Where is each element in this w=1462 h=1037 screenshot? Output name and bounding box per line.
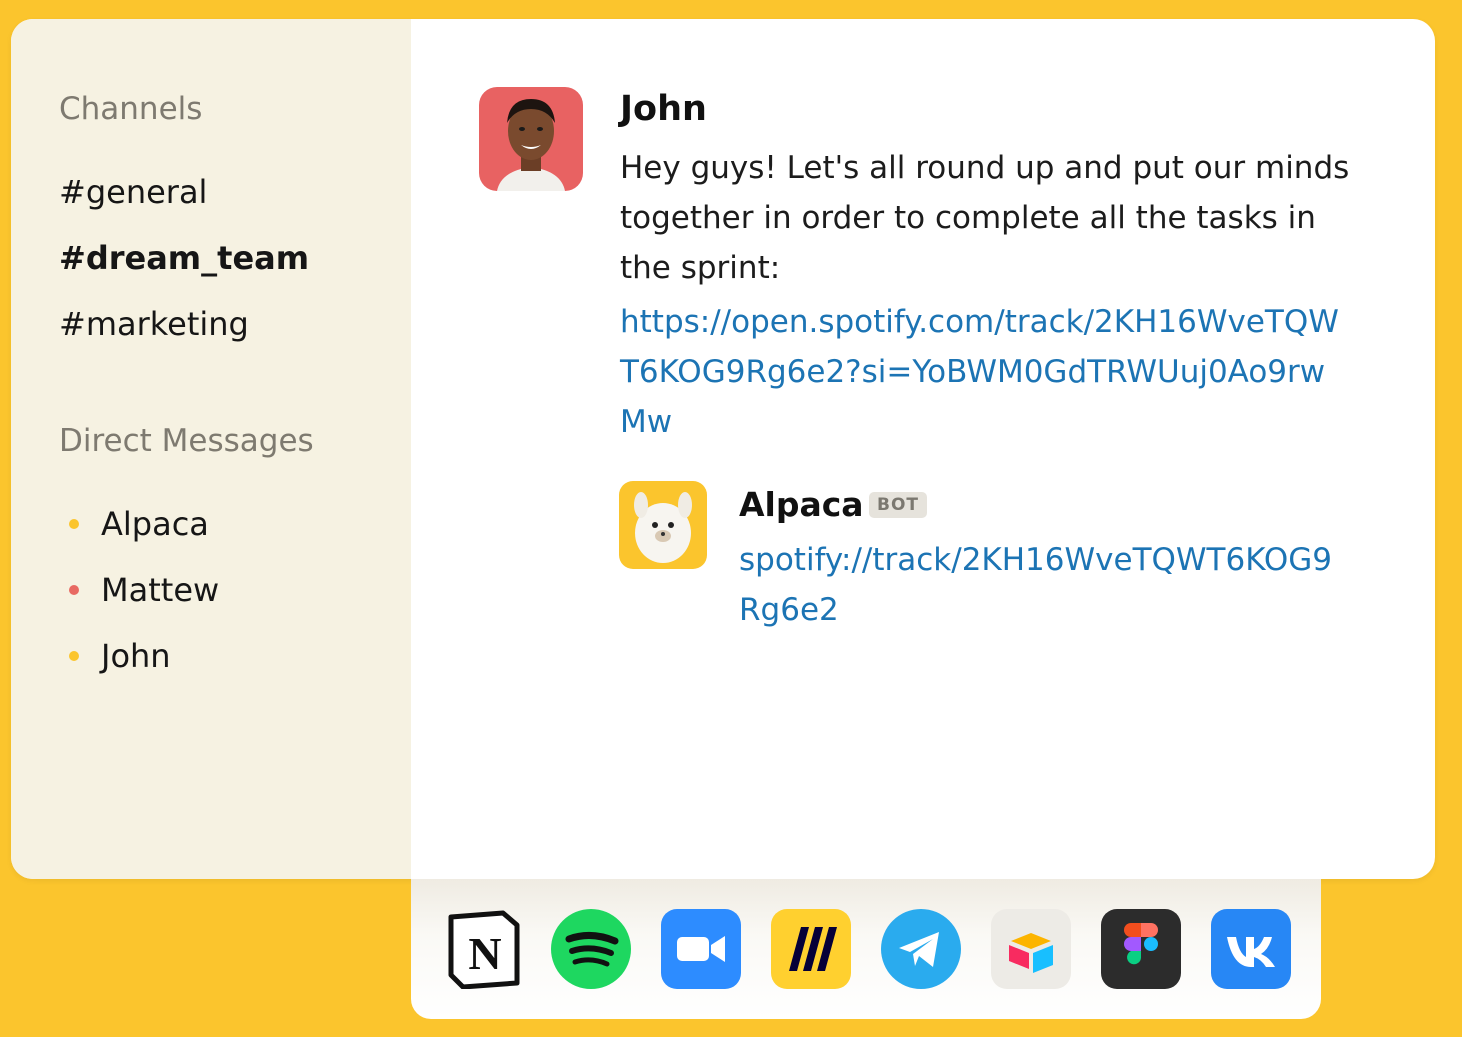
john-avatar[interactable] [479,87,583,191]
spotify-web-link[interactable]: https://open.spotify.com/track/2KH16WveT… [620,297,1350,447]
channel-general[interactable]: #general [59,173,207,211]
chat-window: Channels #general #dream_team #marketing… [11,19,1435,879]
notion-icon[interactable]: N [443,909,523,989]
message-text: Hey guys! Let's all round up and put our… [620,150,1350,286]
vk-icon[interactable] [1211,909,1291,989]
direct-messages-heading: Direct Messages [59,423,314,459]
sidebar: Channels #general #dream_team #marketing… [11,19,411,879]
status-dot [69,585,79,595]
miro-icon[interactable] [771,909,851,989]
app-dock: N [411,879,1321,1019]
dm-john[interactable]: John [59,637,171,675]
spotify-icon[interactable] [551,909,631,989]
bot-badge: BOT [869,492,928,518]
dm-label: Mattew [101,571,220,609]
dm-label: John [101,637,171,675]
status-dot [69,519,79,529]
dm-mattew[interactable]: Mattew [59,571,219,609]
telegram-icon[interactable] [881,909,961,989]
dm-alpaca[interactable]: Alpaca [59,505,209,543]
zoom-icon[interactable] [661,909,741,989]
airtable-icon[interactable] [991,909,1071,989]
dm-label: Alpaca [101,505,209,543]
message-pane: John Hey guys! Let's all round up and pu… [411,19,1435,879]
alpaca-avatar[interactable] [619,481,707,569]
svg-text:N: N [468,928,501,979]
message-author[interactable]: John [620,89,707,129]
channel-dream-team[interactable]: #dream_team [59,239,309,277]
channel-marketing[interactable]: #marketing [59,305,249,343]
channels-heading: Channels [59,91,203,127]
message-author[interactable]: Alpaca [739,485,864,524]
figma-icon[interactable] [1101,909,1181,989]
status-dot [69,651,79,661]
spotify-app-link[interactable]: spotify://track/2KH16WveTQWT6KOG9Rg6e2 [739,535,1339,635]
